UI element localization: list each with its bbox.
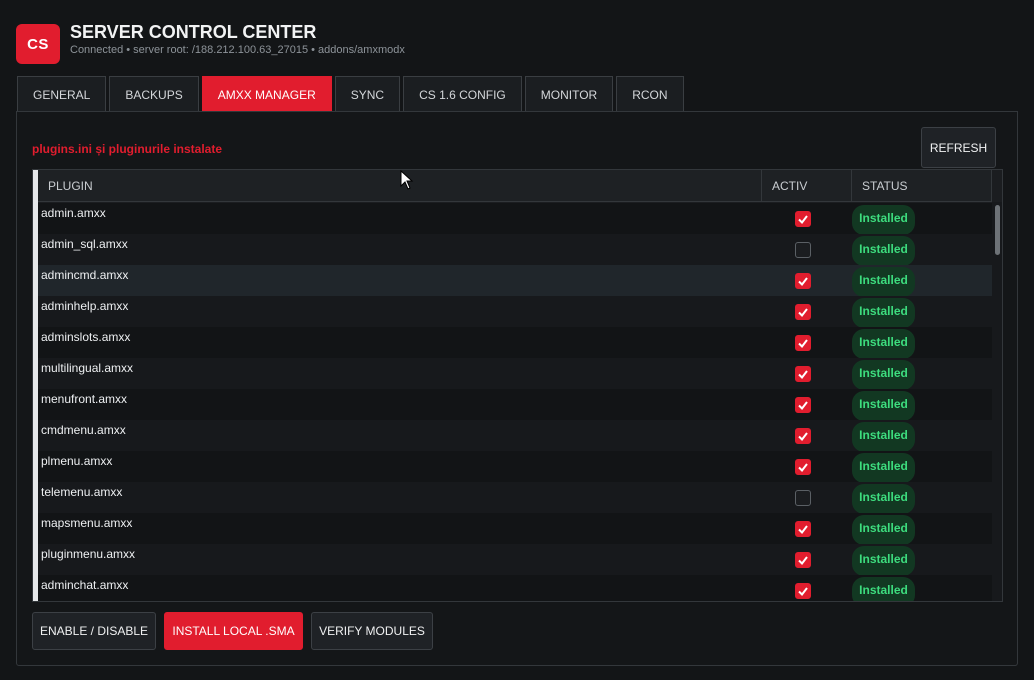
tab-bar: GENERAL BACKUPS AMXX MANAGER SYNC CS 1.6… xyxy=(17,76,687,112)
active-checkbox[interactable] xyxy=(795,211,811,227)
plugin-name: menufront.amxx xyxy=(41,392,128,406)
plugin-name: admincmd.amxx xyxy=(41,268,129,282)
plugin-name: adminchat.amxx xyxy=(41,578,129,592)
checkmark-icon xyxy=(798,277,808,287)
app-logo: CS xyxy=(16,24,60,64)
status-badge: Installed xyxy=(852,546,915,576)
tab-cs-config[interactable]: CS 1.6 CONFIG xyxy=(403,76,522,112)
status-badge: Installed xyxy=(852,453,915,483)
active-checkbox[interactable] xyxy=(795,459,811,475)
status-badge: Installed xyxy=(852,298,915,328)
column-header-status[interactable]: STATUS xyxy=(852,170,992,202)
checkmark-icon xyxy=(798,401,808,411)
active-checkbox[interactable] xyxy=(795,366,811,382)
status-badge: Installed xyxy=(852,205,915,235)
status-badge: Installed xyxy=(852,360,915,390)
plugin-name: adminhelp.amxx xyxy=(41,299,129,313)
amxx-manager-panel: plugins.ini și pluginurile instalate REF… xyxy=(16,111,1018,666)
plugin-name: admin.amxx xyxy=(41,206,106,220)
table-row[interactable]: telemenu.amxx Installed xyxy=(38,482,992,514)
plugin-name: mapsmenu.amxx xyxy=(41,516,133,530)
active-checkbox[interactable] xyxy=(795,552,811,568)
checkmark-icon xyxy=(798,370,808,380)
verify-modules-button[interactable]: VERIFY MODULES xyxy=(311,612,433,650)
table-row[interactable]: adminhelp.amxx Installed xyxy=(38,296,992,328)
status-badge: Installed xyxy=(852,391,915,421)
table-row[interactable]: admincmd.amxx Installed xyxy=(38,265,992,297)
status-badge: Installed xyxy=(852,577,915,601)
active-checkbox[interactable] xyxy=(795,335,811,351)
table-row[interactable]: menufront.amxx Installed xyxy=(38,389,992,421)
checkmark-icon xyxy=(798,432,808,442)
checkmark-icon xyxy=(798,587,808,597)
tab-amxx-manager[interactable]: AMXX MANAGER xyxy=(201,76,332,112)
table-row[interactable]: adminchat.amxx Installed xyxy=(38,575,992,601)
status-badge: Installed xyxy=(852,422,915,452)
table-body: admin.amxx Installed admin_sql.amxx Install… xyxy=(38,203,992,601)
tab-sync[interactable]: SYNC xyxy=(334,76,401,112)
active-checkbox[interactable] xyxy=(795,521,811,537)
plugins-table: PLUGIN ACTIV STATUS admin.amxx Installed a… xyxy=(32,169,1003,602)
plugin-name: adminslots.amxx xyxy=(41,330,131,344)
tab-rcon[interactable]: RCON xyxy=(616,76,684,112)
table-row[interactable]: multilingual.amxx Installed xyxy=(38,358,992,390)
status-badge: Installed xyxy=(852,329,915,359)
tab-backups[interactable]: BACKUPS xyxy=(109,76,199,112)
table-row[interactable]: pluginmenu.amxx Installed xyxy=(38,544,992,576)
scrollbar-thumb[interactable] xyxy=(995,205,1000,255)
plugin-name: pluginmenu.amxx xyxy=(41,547,136,561)
active-checkbox[interactable] xyxy=(795,490,811,506)
checkmark-icon xyxy=(798,525,808,535)
column-header-activ[interactable]: ACTIV xyxy=(762,170,852,202)
refresh-button[interactable]: REFRESH xyxy=(921,127,996,168)
enable-disable-button[interactable]: ENABLE / DISABLE xyxy=(32,612,156,650)
active-checkbox[interactable] xyxy=(795,397,811,413)
table-row[interactable]: admin.amxx Installed xyxy=(38,203,992,235)
status-badge: Installed xyxy=(852,484,915,514)
plugin-name: multilingual.amxx xyxy=(41,361,134,375)
status-badge: Installed xyxy=(852,236,915,266)
tab-monitor[interactable]: MONITOR xyxy=(524,76,614,112)
active-checkbox[interactable] xyxy=(795,242,811,258)
active-checkbox[interactable] xyxy=(795,428,811,444)
plugin-name: telemenu.amxx xyxy=(41,485,123,499)
checkmark-icon xyxy=(798,215,808,225)
checkmark-icon xyxy=(798,308,808,318)
table-row[interactable]: cmdmenu.amxx Installed xyxy=(38,420,992,452)
connection-status: Connected • server root: /188.212.100.63… xyxy=(70,44,405,56)
app-title: SERVER CONTROL CENTER xyxy=(70,22,317,42)
table-row[interactable]: adminslots.amxx Installed xyxy=(38,327,992,359)
tab-general[interactable]: GENERAL xyxy=(17,76,107,112)
plugin-name: admin_sql.amxx xyxy=(41,237,128,251)
active-checkbox[interactable] xyxy=(795,304,811,320)
mouse-cursor-icon xyxy=(400,170,414,190)
table-scrollbar[interactable] xyxy=(992,202,1002,601)
checkmark-icon xyxy=(798,463,808,473)
plugin-name: plmenu.amxx xyxy=(41,454,113,468)
table-row[interactable]: admin_sql.amxx Installed xyxy=(38,234,992,266)
active-checkbox[interactable] xyxy=(795,583,811,599)
section-title: plugins.ini și pluginurile instalate xyxy=(32,142,223,156)
active-checkbox[interactable] xyxy=(795,273,811,289)
checkmark-icon xyxy=(798,339,808,349)
table-row[interactable]: plmenu.amxx Installed xyxy=(38,451,992,483)
table-row[interactable]: mapsmenu.amxx Installed xyxy=(38,513,992,545)
app-header: CS SERVER CONTROL CENTER Connected • ser… xyxy=(16,16,1016,66)
plugin-name: cmdmenu.amxx xyxy=(41,423,126,437)
status-badge: Installed xyxy=(852,267,915,297)
install-local-sma-button[interactable]: INSTALL LOCAL .SMA xyxy=(164,612,303,650)
table-header: PLUGIN ACTIV STATUS xyxy=(38,170,992,202)
checkmark-icon xyxy=(798,556,808,566)
status-badge: Installed xyxy=(852,515,915,545)
